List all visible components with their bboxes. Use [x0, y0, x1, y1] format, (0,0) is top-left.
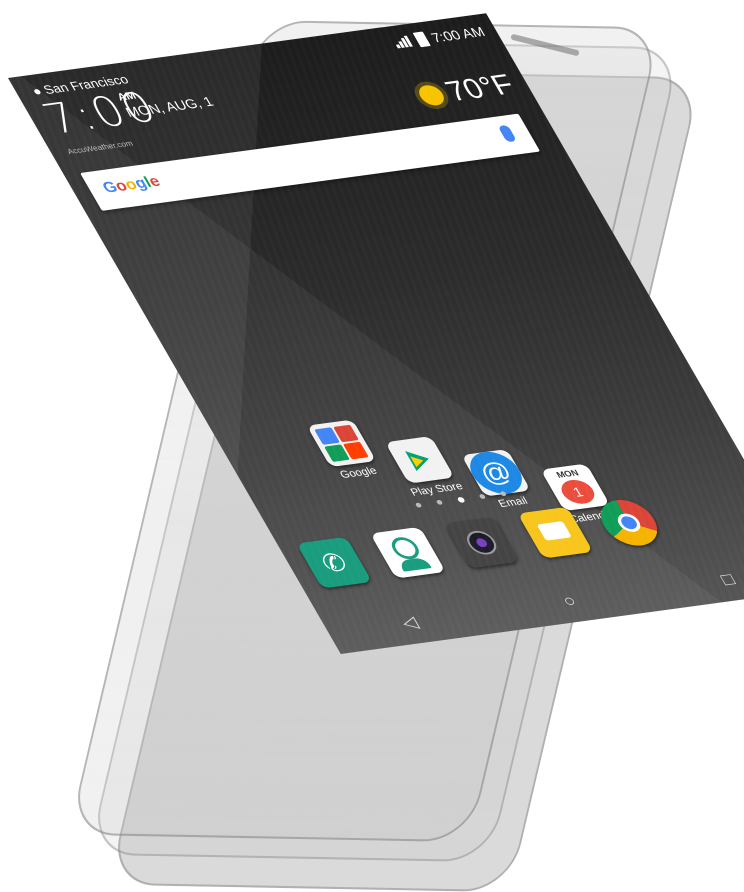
recents-icon[interactable]: □: [717, 570, 739, 590]
weather-source: AccuWeather.com: [65, 139, 135, 156]
google-search-bar[interactable]: Google: [80, 113, 541, 211]
battery-icon: [412, 31, 431, 48]
app-label: Calendar: [567, 508, 618, 526]
email-glyph: @: [461, 449, 531, 497]
chrome-icon[interactable]: [591, 496, 667, 549]
clock-date: MON, AUG, 1: [122, 93, 217, 120]
app-grid: Google Play Store @ Email MON 1 Calendar: [216, 373, 694, 525]
google-logo: Google: [99, 173, 164, 197]
back-icon[interactable]: ◁: [397, 612, 422, 633]
status-bar: 7:00 AM: [390, 23, 488, 50]
page-dot: [478, 493, 487, 500]
app-label: Email: [496, 495, 531, 510]
app-google[interactable]: Google: [302, 419, 390, 482]
google-folder-icon: [306, 419, 377, 468]
clock-time[interactable]: 7:00: [34, 83, 167, 143]
clock-location[interactable]: ● San Francisco: [29, 72, 131, 98]
app-email[interactable]: @ Email: [456, 448, 544, 511]
signal-icon: [391, 35, 413, 49]
app-play-store[interactable]: Play Store: [380, 435, 468, 498]
app-label: Google: [337, 465, 380, 481]
app-calendar[interactable]: MON 1 Calendar: [535, 463, 623, 526]
email-icon: @: [461, 449, 531, 497]
page-dot: [414, 502, 423, 508]
contacts-icon[interactable]: [370, 526, 446, 579]
sun-icon: [415, 83, 449, 107]
app-label: Play Store: [408, 480, 466, 499]
app-dock: ✆: [296, 479, 744, 598]
microphone-icon[interactable]: [497, 124, 517, 143]
messaging-icon[interactable]: [517, 506, 594, 559]
page-indicator: [414, 491, 508, 509]
page-dot: [499, 491, 508, 497]
phone-icon[interactable]: ✆: [296, 536, 373, 589]
calendar-icon: MON 1: [540, 463, 611, 512]
status-time: 7:00 AM: [428, 23, 488, 46]
home-icon[interactable]: ○: [559, 591, 581, 611]
calendar-day: 1: [556, 478, 600, 506]
play-store-icon: [384, 436, 455, 484]
page-dot: [435, 499, 444, 505]
weather-widget[interactable]: 70°F: [412, 69, 521, 112]
clock-ampm: AM: [115, 90, 139, 104]
page-dot-active: [456, 496, 466, 503]
camera-icon[interactable]: [443, 516, 520, 569]
calendar-month: MON: [554, 467, 581, 480]
weather-temperature: 70°F: [439, 69, 521, 108]
